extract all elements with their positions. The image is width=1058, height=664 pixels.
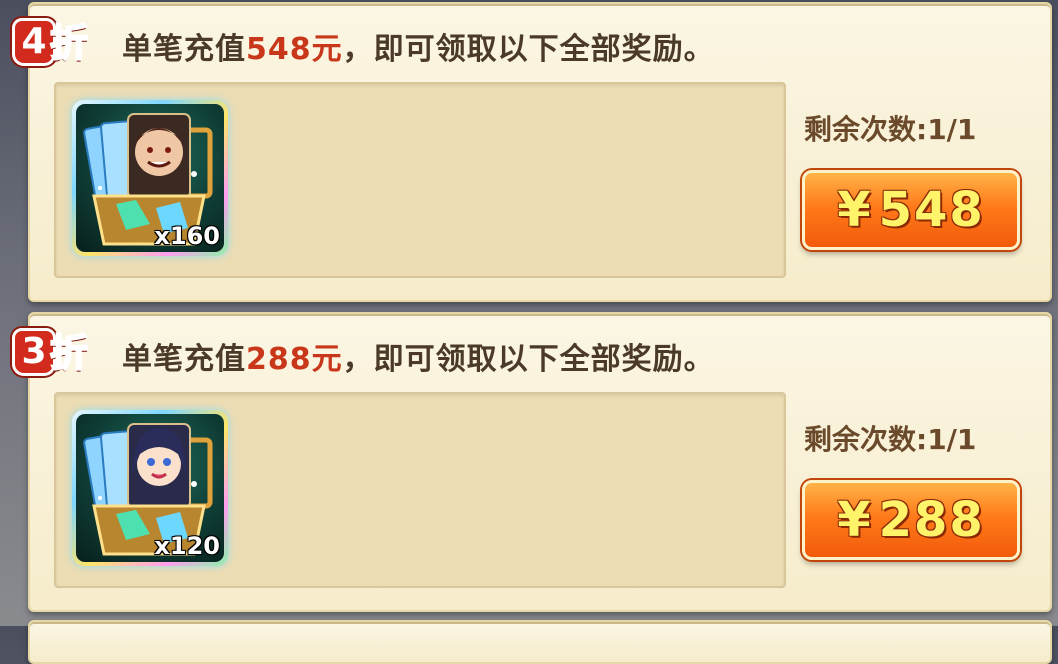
offer-title: 单笔充值288元，即可领取以下全部奖励。 (122, 334, 715, 378)
discount-label: 折 (49, 20, 89, 66)
offer-title: 单笔充值548元，即可领取以下全部奖励。 (122, 24, 715, 68)
remaining-count: 剩余次数:1/1 (804, 423, 977, 456)
recharge-amount: 548元 (246, 32, 343, 67)
title-prefix: 单笔充值 (122, 32, 246, 67)
hero-card-box-icon: x120 (76, 414, 224, 562)
reward-item[interactable]: x160 (72, 100, 228, 256)
recharge-amount: 288元 (246, 342, 343, 377)
title-prefix: 单笔充值 (122, 342, 246, 377)
remaining-count: 剩余次数:1/1 (804, 113, 977, 146)
discount-badge: 3 折 (12, 322, 108, 376)
discount-badge: 4 折 (12, 12, 108, 66)
item-quantity: x160 (154, 222, 220, 250)
buy-548-button[interactable]: ¥548 (802, 170, 1020, 250)
item-quantity: x120 (154, 532, 220, 560)
hero-card-box-icon: x160 (76, 104, 224, 252)
buy-288-button[interactable]: ¥288 (802, 480, 1020, 560)
offer-card: 3 折 单笔充值288元，即可领取以下全部奖励。 x120 剩余次数:1/1 ¥… (12, 312, 1052, 612)
yen-icon: ¥ (837, 492, 873, 548)
reward-panel: x120 (54, 392, 786, 588)
offer-card: 4 折 单笔充值548元，即可领取以下全部奖励。 x160 剩余次数:1/1 ¥… (12, 2, 1052, 302)
title-suffix: ，即可领取以下全部奖励。 (342, 342, 715, 377)
price-label: 288 (878, 492, 985, 548)
yen-icon: ¥ (837, 182, 873, 238)
title-suffix: ，即可领取以下全部奖励。 (342, 32, 715, 67)
reward-panel: x160 (54, 82, 786, 278)
reward-item[interactable]: x120 (72, 410, 228, 566)
discount-label: 折 (49, 330, 89, 376)
offer-card-partial (28, 620, 1052, 664)
price-label: 548 (878, 182, 985, 238)
